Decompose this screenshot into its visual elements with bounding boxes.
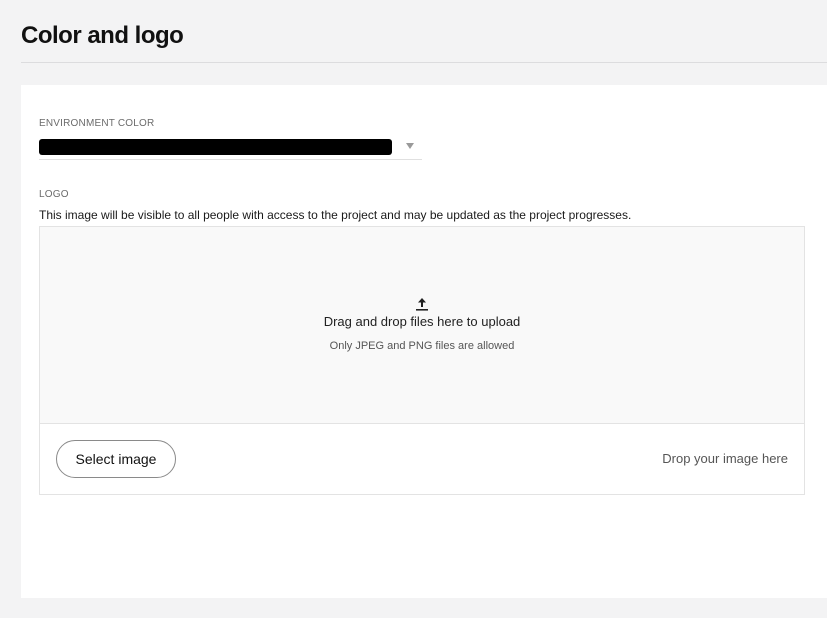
chevron-down-icon [406, 143, 414, 149]
color-swatch [39, 139, 392, 155]
select-image-button[interactable]: Select image [56, 440, 176, 478]
upload-icon [416, 298, 428, 311]
drop-area[interactable]: Drag and drop files here to upload Only … [40, 227, 804, 424]
settings-card: ENVIRONMENT COLOR LOGO This image will b… [21, 85, 827, 598]
logo-dropzone[interactable]: Drag and drop files here to upload Only … [39, 226, 805, 495]
page-title: Color and logo [21, 22, 184, 49]
title-divider [21, 62, 827, 63]
drop-hint: Only JPEG and PNG files are allowed [329, 340, 515, 352]
environment-color-select[interactable] [39, 136, 422, 160]
environment-color-label: ENVIRONMENT COLOR [39, 118, 155, 129]
drop-here-text: Drop your image here [662, 451, 788, 466]
logo-description: This image will be visible to all people… [39, 208, 632, 222]
drop-title: Drag and drop files here to upload [323, 314, 521, 329]
logo-label: LOGO [39, 189, 69, 200]
